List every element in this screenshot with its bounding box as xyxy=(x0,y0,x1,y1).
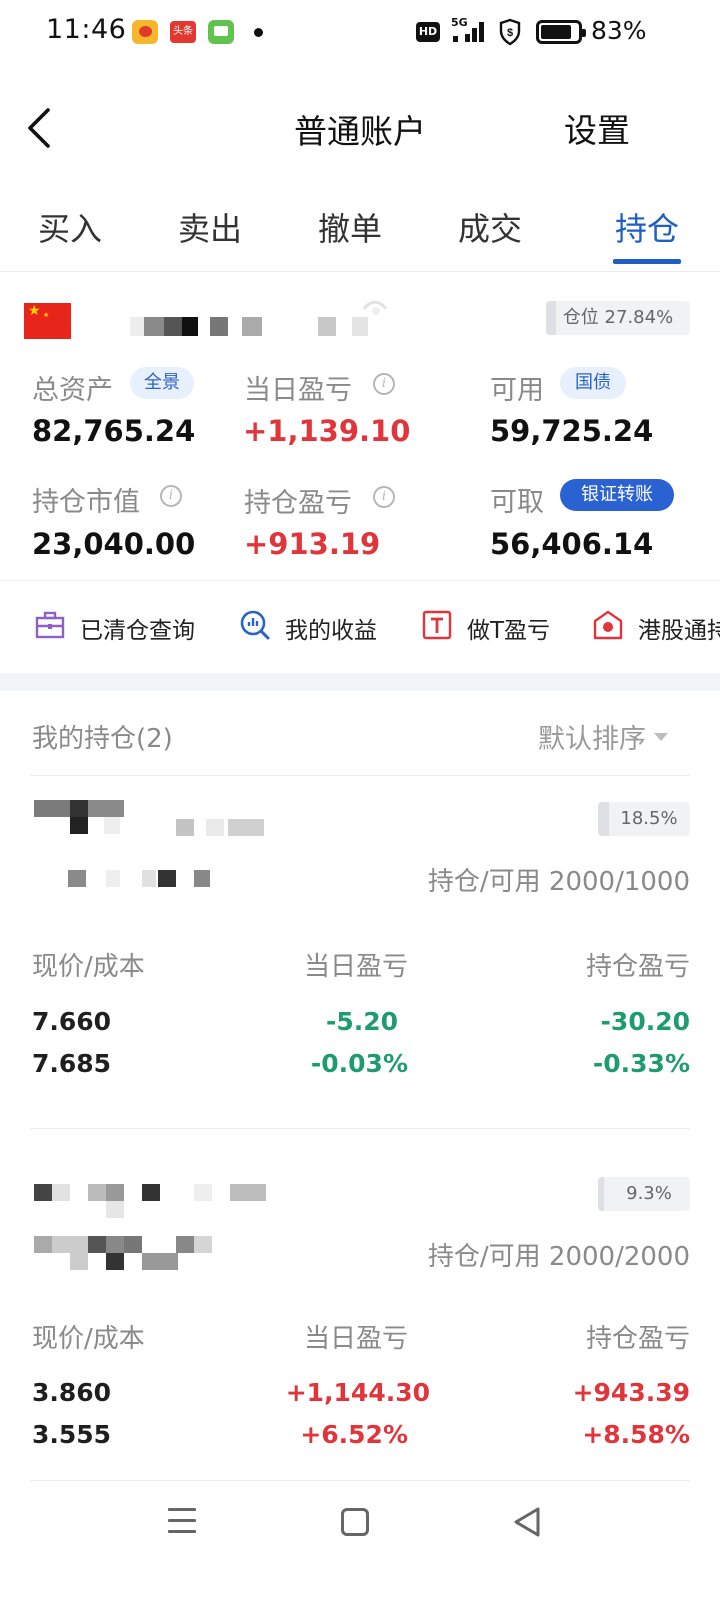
eye-hidden-icon[interactable] xyxy=(360,294,390,324)
quick-actions-bar: 已清仓查询 我的收益 做T盈亏 港股通持 xyxy=(0,581,720,671)
info-icon[interactable]: i xyxy=(160,485,182,507)
daily-pnl-amount: -5.20 xyxy=(325,1007,398,1036)
daily-pnl-header: 当日盈亏 xyxy=(304,1324,409,1354)
hk-flower-icon xyxy=(593,610,623,640)
holding-pnl-header: 持仓盈亏 xyxy=(585,952,690,982)
divider xyxy=(30,1480,690,1481)
active-tab-indicator xyxy=(613,259,681,264)
weibo-icon xyxy=(132,20,158,44)
holding-pnl-header: 持仓盈亏 xyxy=(585,1324,690,1354)
shield-icon: $ xyxy=(499,18,521,46)
cost-price: 3.555 xyxy=(32,1420,112,1449)
cost-price: 7.685 xyxy=(32,1049,112,1078)
position-share-fill xyxy=(598,1177,604,1211)
current-price: 3.860 xyxy=(32,1378,112,1407)
holding-pnl-amount: +943.39 xyxy=(572,1378,690,1407)
daily-pnl-percent: -0.03% xyxy=(310,1049,408,1078)
t-box-icon xyxy=(422,610,452,640)
daily-pnl-header: 当日盈亏 xyxy=(304,952,409,982)
bank-transfer-button[interactable]: 银证转账 xyxy=(560,479,674,511)
price-cost-header: 现价/成本 xyxy=(32,952,145,982)
battery-percent: 83% xyxy=(591,16,647,45)
menu-icon[interactable] xyxy=(168,1508,196,1534)
holding-pnl-value: +913.19 xyxy=(244,527,381,561)
daily-pnl-percent: +6.52% xyxy=(300,1420,408,1449)
market-value-label: 持仓市值 xyxy=(32,487,140,518)
system-nav-bar xyxy=(0,1486,720,1612)
available-value: 59,725.24 xyxy=(490,414,654,448)
battery-fill xyxy=(541,25,571,39)
chevron-down-icon[interactable] xyxy=(654,733,668,741)
trade-tabs: 买入 卖出 撤单 成交 持仓 xyxy=(0,196,720,272)
settings-button[interactable]: 设置 xyxy=(564,104,630,152)
tab-holdings[interactable]: 持仓 xyxy=(597,204,697,250)
back-triangle-icon[interactable] xyxy=(512,1506,542,1538)
treasury-bond-button[interactable]: 国债 xyxy=(560,367,626,399)
toutiao-icon: 头条 xyxy=(170,21,196,43)
message-icon xyxy=(208,20,234,44)
withdrawable-value: 56,406.14 xyxy=(490,527,654,561)
daily-pnl-value: +1,139.10 xyxy=(243,414,411,448)
status-time: 11:46 xyxy=(46,14,127,45)
network-type-label: 5G xyxy=(451,16,468,29)
tab-deals[interactable]: 成交 xyxy=(440,204,540,250)
holding-pnl-percent: -0.33% xyxy=(592,1049,690,1078)
divider xyxy=(30,1128,690,1129)
hd-icon: HD xyxy=(416,22,440,42)
briefcase-icon xyxy=(35,611,65,639)
china-flag-icon xyxy=(24,303,71,339)
holding-pnl-percent: +8.58% xyxy=(582,1420,690,1449)
market-value-value: 23,040.00 xyxy=(32,527,196,561)
info-icon[interactable]: i xyxy=(373,373,395,395)
daily-pnl-label: 当日盈亏 xyxy=(244,375,352,406)
holdings-title: 我的持仓(2) xyxy=(32,724,173,754)
section-gap xyxy=(0,673,720,691)
hold-available-qty: 持仓/可用 2000/1000 xyxy=(427,867,690,897)
available-label: 可用 xyxy=(490,375,544,406)
hk-connect-label: 港股通持 xyxy=(638,618,720,644)
signal-icon: 5G xyxy=(451,16,487,44)
cleared-positions-label: 已清仓查询 xyxy=(80,618,195,644)
masked-stock-name xyxy=(34,800,274,890)
hold-available-qty: 持仓/可用 2000/2000 xyxy=(427,1242,690,1272)
tab-buy[interactable]: 买入 xyxy=(20,204,120,250)
position-share-badge: 9.3% xyxy=(598,1177,690,1211)
total-assets-value: 82,765.24 xyxy=(32,414,196,448)
svg-text:$: $ xyxy=(507,27,513,39)
total-assets-label: 总资产 xyxy=(32,375,113,406)
masked-stock-name xyxy=(34,1184,274,1274)
battery-icon xyxy=(536,20,586,44)
day-trade-pnl-label: 做T盈亏 xyxy=(467,618,551,644)
price-cost-header: 现价/成本 xyxy=(32,1324,145,1354)
position-share-fill xyxy=(598,802,610,836)
tab-sell[interactable]: 卖出 xyxy=(160,204,260,250)
notification-dot-icon xyxy=(254,28,263,37)
daily-pnl-amount: +1,144.30 xyxy=(285,1378,430,1407)
position-share-badge: 18.5% xyxy=(598,802,690,836)
position-share-text: 9.3% xyxy=(626,1183,672,1204)
status-bar: 11:46 头条 HD 5G $ 83% xyxy=(0,0,720,66)
holding-pnl-amount: -30.20 xyxy=(600,1007,690,1036)
my-earnings-label: 我的收益 xyxy=(285,618,377,644)
current-price: 7.660 xyxy=(32,1007,112,1036)
position-ratio-badge: 仓位 27.84% xyxy=(546,301,690,335)
info-icon[interactable]: i xyxy=(373,486,395,508)
withdrawable-label: 可取 xyxy=(490,487,544,518)
panorama-button[interactable]: 全景 xyxy=(130,367,194,399)
tab-cancel-order[interactable]: 撤单 xyxy=(300,204,400,250)
holding-pnl-label: 持仓盈亏 xyxy=(244,488,352,519)
sort-dropdown[interactable]: 默认排序 xyxy=(538,717,646,756)
chart-search-icon xyxy=(240,610,270,640)
divider xyxy=(30,775,690,776)
home-square-icon[interactable] xyxy=(341,1508,369,1536)
position-share-text: 18.5% xyxy=(620,808,678,829)
